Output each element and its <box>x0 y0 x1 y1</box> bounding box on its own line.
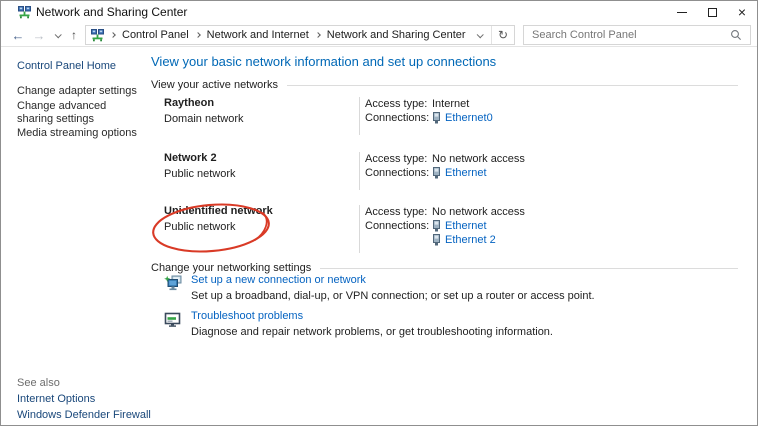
page-title: View your basic network information and … <box>151 54 496 69</box>
network-name: Network 2 <box>164 152 359 164</box>
back-button[interactable]: ← <box>7 23 29 47</box>
connection-link-ethernet[interactable]: Ethernet <box>445 166 487 180</box>
network-identity: Network 2 Public network <box>151 152 359 190</box>
address-bar-buttons: ↻ <box>468 26 514 44</box>
forward-icon: → <box>33 28 46 43</box>
task-text: Set up a new connection or network Set u… <box>191 274 595 302</box>
app-icon <box>18 6 31 19</box>
ethernet-icon <box>432 234 441 246</box>
breadcrumb-network-sharing-center[interactable]: Network and Sharing Center <box>327 29 466 41</box>
window-controls: × <box>667 1 757 23</box>
sidebar-item-change-advanced-sharing-settings[interactable]: Change advanced sharing settings <box>17 100 141 126</box>
network-type: Public network <box>164 168 359 180</box>
breadcrumb-separator-icon <box>195 32 201 38</box>
minimize-button[interactable] <box>667 1 697 23</box>
address-app-icon <box>91 29 104 42</box>
forward-button[interactable]: → <box>29 23 49 47</box>
network-details: Access type: No network access Connectio… <box>359 152 738 190</box>
network-row-raytheon: Raytheon Domain network Access type: Int… <box>151 97 738 135</box>
connections-label: Connections: <box>365 166 432 180</box>
access-type-label: Access type: <box>365 152 432 166</box>
window-title: Network and Sharing Center <box>36 5 187 19</box>
breadcrumb-separator-icon <box>315 32 321 38</box>
connections-label: Connections: <box>365 111 432 125</box>
active-networks-label: View your active networks <box>151 79 278 91</box>
connection-link-ethernet-2[interactable]: Ethernet 2 <box>445 233 496 247</box>
troubleshoot-icon <box>164 311 182 329</box>
network-type: Domain network <box>164 113 359 125</box>
task-item-troubleshoot: Troubleshoot problems Diagnose and repai… <box>151 310 738 338</box>
sidebar-item-windows-defender-firewall[interactable]: Windows Defender Firewall <box>17 409 151 421</box>
access-type-label: Access type: <box>365 97 432 111</box>
settings-section-header: Change your networking settings <box>151 262 738 274</box>
chevron-down-icon <box>54 31 61 38</box>
minimize-icon <box>677 12 687 13</box>
connection-link-ethernet[interactable]: Ethernet <box>445 219 487 233</box>
network-identity: Raytheon Domain network <box>151 97 359 135</box>
access-type-value: No network access <box>432 152 525 166</box>
network-sharing-center-window: Network and Sharing Center × ← → ↑ Con <box>0 0 758 426</box>
search-box <box>523 25 751 45</box>
access-type-value: No network access <box>432 205 525 219</box>
breadcrumb-network-and-internet[interactable]: Network and Internet <box>207 29 309 41</box>
network-type: Public network <box>164 221 359 233</box>
section-rule <box>287 85 738 86</box>
recent-locations-button[interactable] <box>49 23 65 47</box>
chevron-down-icon <box>477 31 484 38</box>
close-icon: × <box>738 5 746 19</box>
up-icon: ↑ <box>71 28 77 42</box>
address-dropdown-button[interactable] <box>468 26 491 44</box>
search-input[interactable] <box>524 29 730 41</box>
network-name: Raytheon <box>164 97 359 109</box>
address-bar[interactable]: Control Panel Network and Internet Netwo… <box>85 25 515 45</box>
new-connection-icon <box>164 275 182 293</box>
settings-section-label: Change your networking settings <box>151 262 311 274</box>
connection-link-ethernet0[interactable]: Ethernet0 <box>445 111 493 125</box>
search-icon <box>730 29 742 41</box>
address-toolbar: ← → ↑ Control Panel Network and Internet… <box>1 23 757 47</box>
troubleshoot-problems-link[interactable]: Troubleshoot problems <box>191 310 553 322</box>
breadcrumb-control-panel[interactable]: Control Panel <box>122 29 189 41</box>
breadcrumb-separator-icon <box>110 32 116 38</box>
back-icon: ← <box>12 28 25 43</box>
active-networks-section-header: View your active networks <box>151 79 738 91</box>
ethernet-icon <box>432 220 441 232</box>
sidebar-item-media-streaming-options[interactable]: Media streaming options <box>17 127 137 139</box>
refresh-icon: ↻ <box>498 28 508 42</box>
maximize-button[interactable] <box>697 1 727 23</box>
access-type-value: Internet <box>432 97 469 111</box>
sidebar-item-change-adapter-settings[interactable]: Change adapter settings <box>17 85 137 97</box>
section-rule <box>320 268 738 269</box>
network-name: Unidentified network <box>164 205 359 217</box>
task-item-new-connection: Set up a new connection or network Set u… <box>151 274 738 302</box>
network-row-network-2: Network 2 Public network Access type: No… <box>151 152 738 190</box>
ethernet-icon <box>432 167 441 179</box>
network-details: Access type: Internet Connections: Ether… <box>359 97 738 135</box>
network-row-unidentified: Unidentified network Public network Acce… <box>151 205 738 253</box>
maximize-icon <box>708 8 717 17</box>
network-identity: Unidentified network Public network <box>151 205 359 253</box>
close-button[interactable]: × <box>727 1 757 23</box>
see-also-label: See also <box>17 377 60 389</box>
network-details: Access type: No network access Connectio… <box>359 205 738 253</box>
title-bar: Network and Sharing Center × <box>1 1 757 23</box>
troubleshoot-problems-description: Diagnose and repair network problems, or… <box>191 326 553 338</box>
access-type-label: Access type: <box>365 205 432 219</box>
task-text: Troubleshoot problems Diagnose and repai… <box>191 310 553 338</box>
refresh-button[interactable]: ↻ <box>491 26 514 44</box>
connections-label: Connections: <box>365 219 432 233</box>
ethernet-icon <box>432 112 441 124</box>
sidebar-item-control-panel-home[interactable]: Control Panel Home <box>17 60 116 72</box>
setup-new-connection-description: Set up a broadband, dial-up, or VPN conn… <box>191 290 595 302</box>
up-button[interactable]: ↑ <box>65 23 83 47</box>
setup-new-connection-link[interactable]: Set up a new connection or network <box>191 274 595 286</box>
sidebar-item-internet-options[interactable]: Internet Options <box>17 393 95 405</box>
